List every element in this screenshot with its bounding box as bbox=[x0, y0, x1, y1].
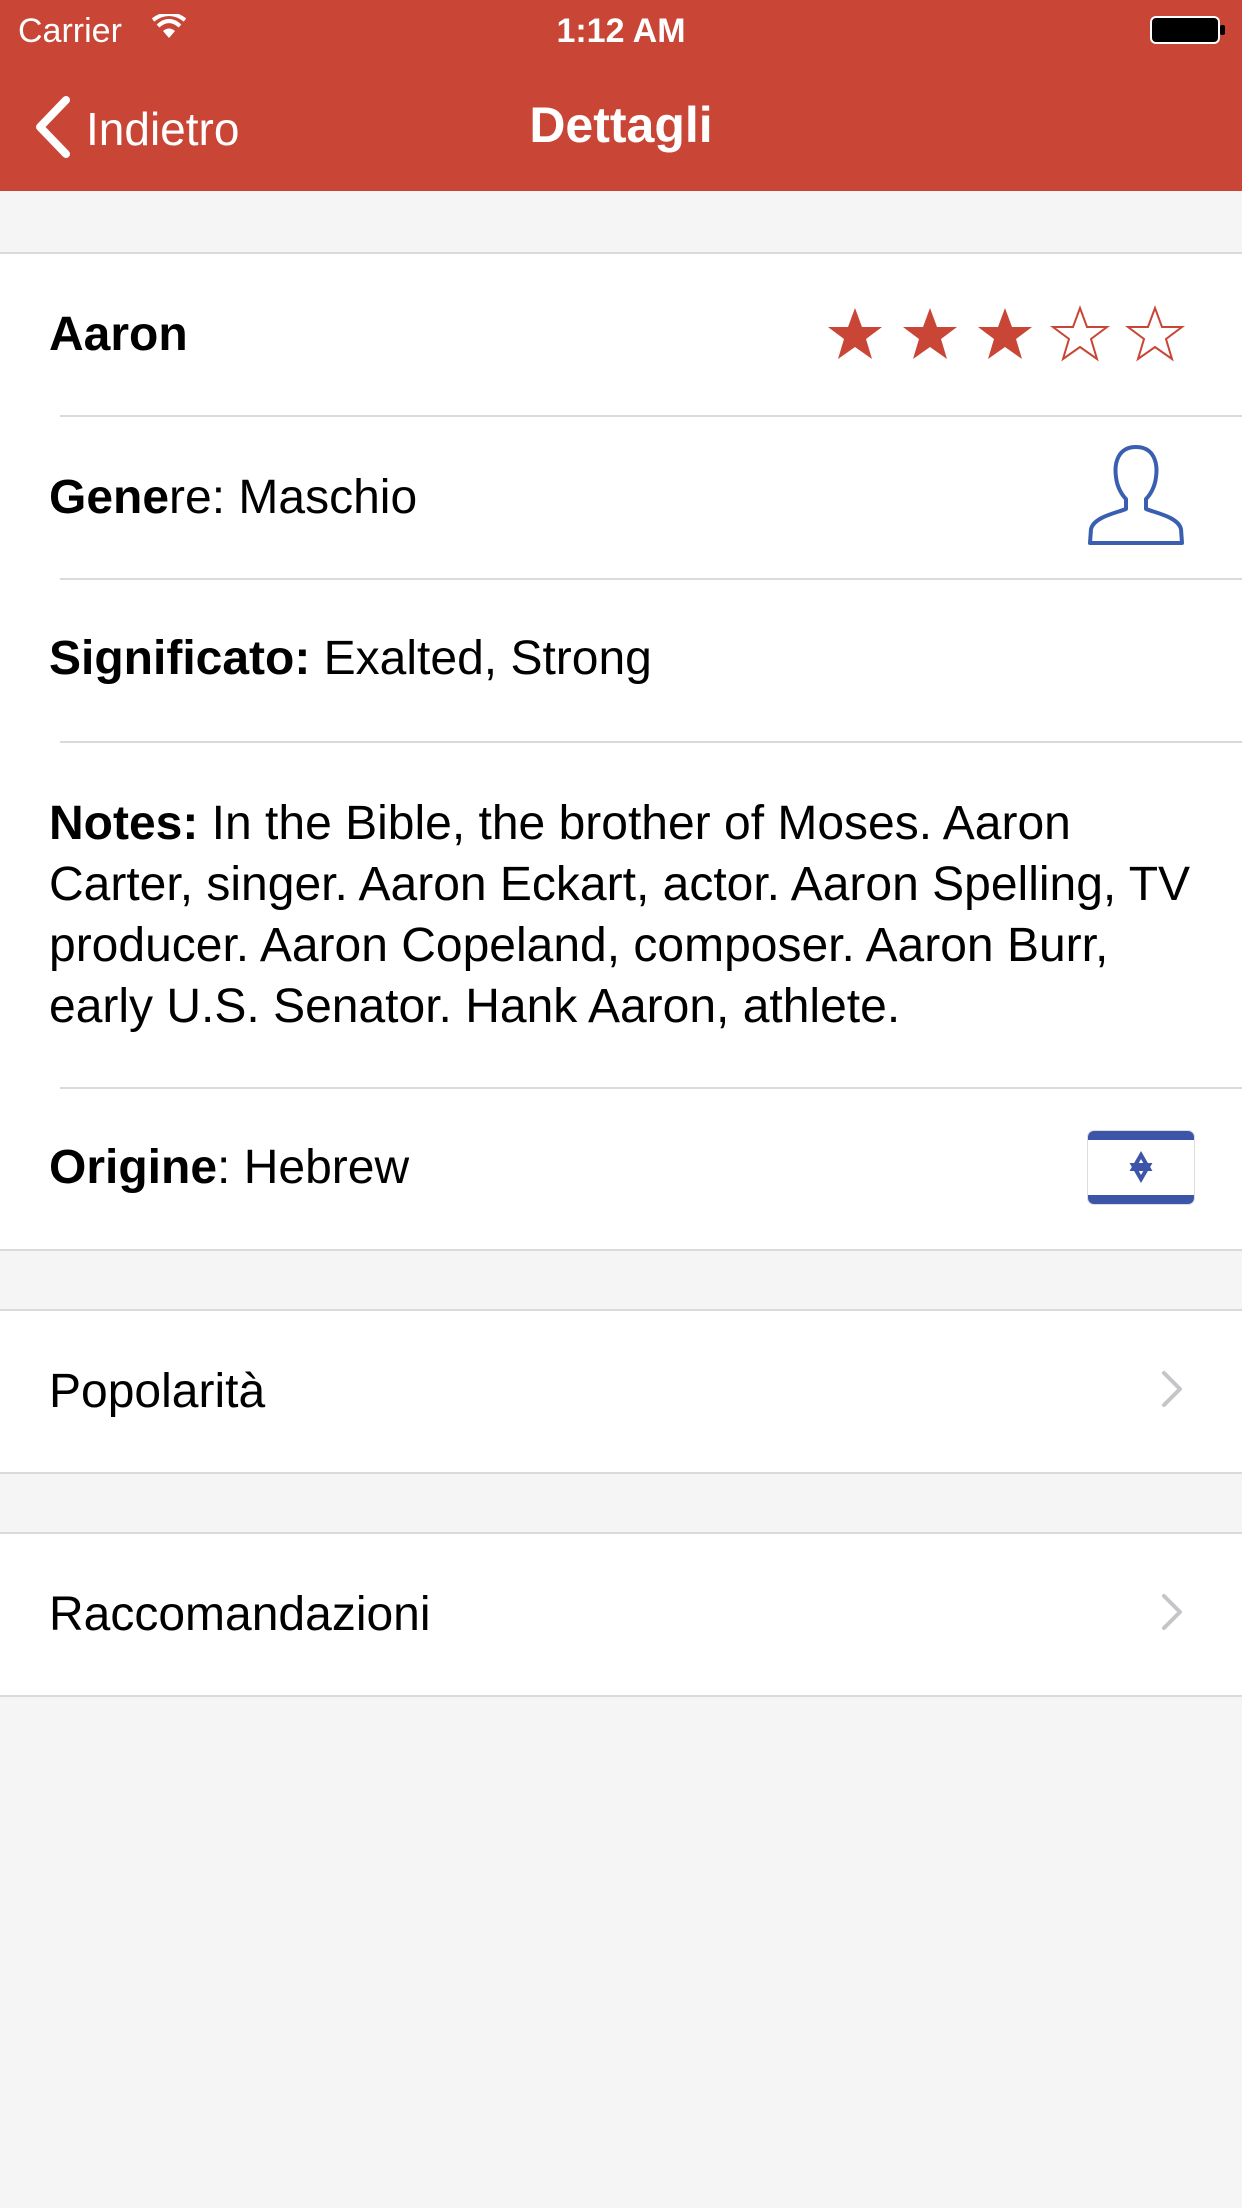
israel-flag-icon bbox=[1088, 1131, 1194, 1204]
name-label: Aaron bbox=[49, 308, 188, 361]
origin-label: Origine bbox=[49, 1141, 218, 1194]
details-section: Aaron Genere: Maschio Significato: Exalt… bbox=[0, 252, 1242, 1251]
rating-stars[interactable] bbox=[817, 254, 1192, 414]
notes-value: In the Bible, the brother of Moses. Aaro… bbox=[49, 797, 1191, 1033]
notes-text: Notes: In the Bible, the brother of Mose… bbox=[49, 793, 1202, 1037]
status-bar: Carrier 1:12 AM bbox=[0, 0, 1242, 60]
popularity-section: Popolarità bbox=[0, 1309, 1242, 1474]
header: Carrier 1:12 AM Indietro Dettagli bbox=[0, 0, 1242, 191]
gender-label-rest: re: bbox=[169, 471, 239, 524]
gender-label-bold: Gene bbox=[49, 471, 170, 524]
gender-text: Genere: Maschio bbox=[49, 467, 417, 528]
chevron-right-icon bbox=[1160, 1369, 1184, 1414]
notes-label: Notes: bbox=[49, 797, 199, 850]
origin-value: : Hebrew bbox=[217, 1141, 410, 1194]
star-empty-icon[interactable] bbox=[1117, 304, 1192, 364]
origin-row: Origine: Hebrew bbox=[0, 1087, 1242, 1249]
gender-row: Genere: Maschio bbox=[0, 415, 1242, 578]
star-empty-icon[interactable] bbox=[1042, 304, 1117, 364]
star-filled-icon[interactable] bbox=[892, 304, 967, 364]
meaning-value: Exalted, Strong bbox=[310, 632, 652, 685]
meaning-row: Significato: Exalted, Strong bbox=[0, 578, 1242, 741]
notes-row: Notes: In the Bible, the brother of Mose… bbox=[0, 741, 1242, 1087]
gender-value: Maschio bbox=[238, 471, 418, 524]
meaning-text: Significato: Exalted, Strong bbox=[49, 628, 652, 689]
recommendations-section: Raccomandazioni bbox=[0, 1532, 1242, 1697]
recommendations-row[interactable]: Raccomandazioni bbox=[0, 1534, 1242, 1695]
page-title: Dettagli bbox=[529, 97, 713, 153]
chevron-right-icon bbox=[1160, 1592, 1184, 1637]
meaning-label: Significato: bbox=[49, 632, 311, 685]
star-filled-icon[interactable] bbox=[817, 304, 892, 364]
status-time: 1:12 AM bbox=[556, 12, 686, 50]
popularity-label: Popolarità bbox=[49, 1365, 266, 1418]
popularity-row[interactable]: Popolarità bbox=[0, 1311, 1242, 1472]
name-row: Aaron bbox=[0, 254, 1242, 415]
star-filled-icon[interactable] bbox=[967, 304, 1042, 364]
origin-text: Origine: Hebrew bbox=[49, 1137, 409, 1198]
battery-icon bbox=[1150, 16, 1226, 49]
male-person-icon bbox=[1086, 443, 1186, 552]
recommendations-label: Raccomandazioni bbox=[49, 1588, 431, 1641]
navigation-bar: Indietro Dettagli bbox=[0, 60, 1242, 191]
